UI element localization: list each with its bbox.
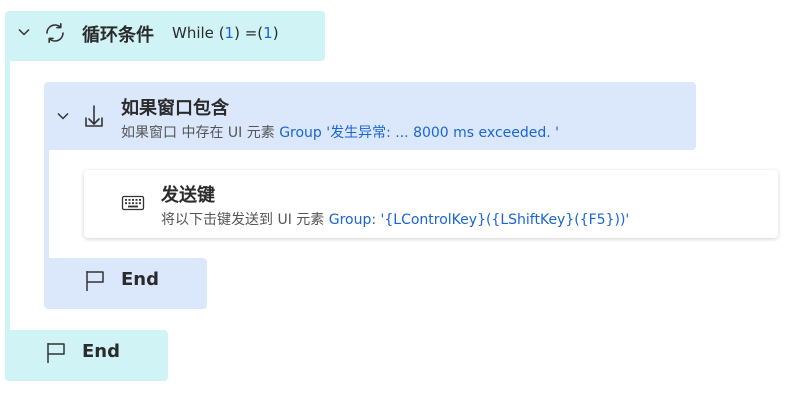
flag-icon [44, 340, 68, 366]
send-keys-title: 发送键 [161, 185, 215, 206]
loop-end-label: End [82, 341, 120, 362]
chevron-down-icon[interactable] [14, 22, 34, 42]
if-window-end-label: End [121, 269, 159, 290]
loop-title: 循环条件 [82, 25, 154, 46]
if-window-icon [82, 103, 106, 129]
flag-icon [83, 268, 107, 294]
if-window-block-rail [44, 145, 49, 265]
if-window-description: 如果窗口 中存在 UI 元素 Group '发生异常: ... 8000 ms … [121, 125, 560, 141]
loop-condition: While (1) =(1) [172, 24, 279, 42]
if-window-title: 如果窗口包含 [121, 98, 229, 119]
loop-icon [42, 20, 68, 46]
chevron-down-icon[interactable] [53, 106, 73, 126]
send-keys-description: 将以下击键发送到 UI 元素 Group: '{LControlKey}({LS… [161, 212, 630, 228]
loop-block-rail [5, 55, 10, 335]
keyboard-icon [120, 193, 146, 213]
